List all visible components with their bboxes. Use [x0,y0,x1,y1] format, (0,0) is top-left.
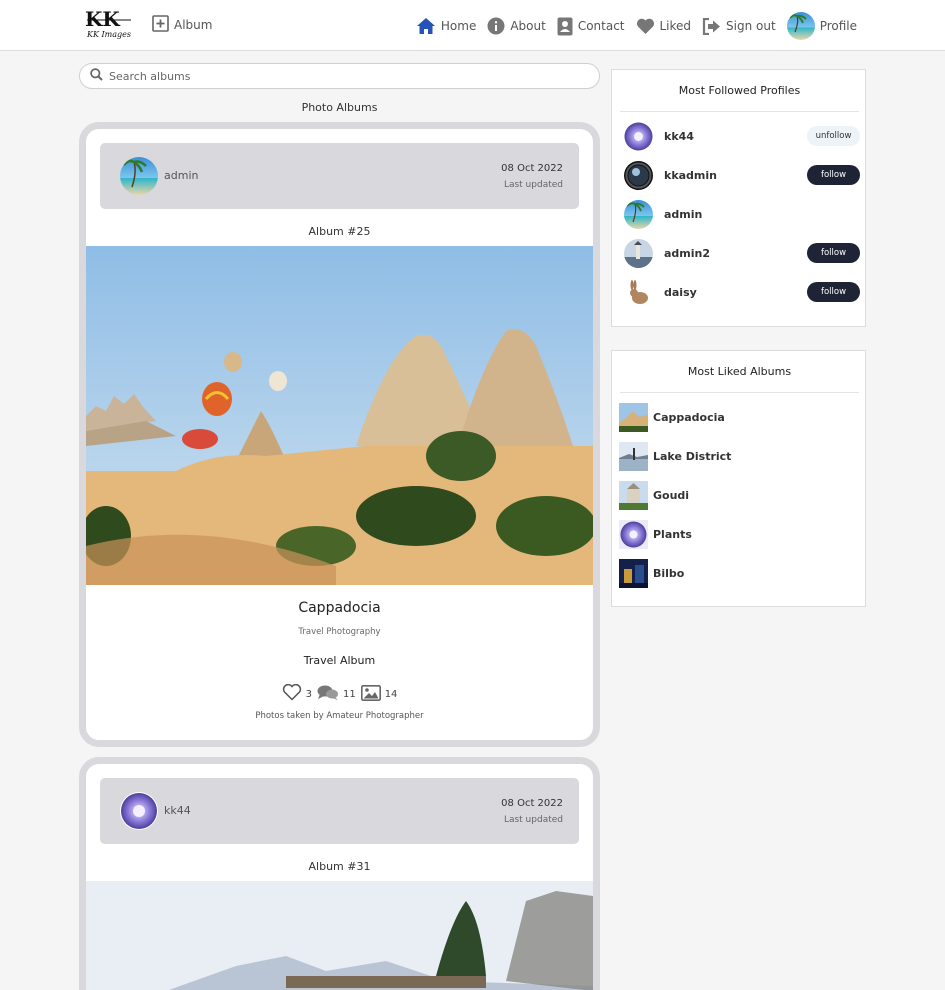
profile-avatar[interactable] [624,200,653,229]
album-thumbnail [619,481,648,510]
album-card-header: admin 08 Oct 2022 Last updated [100,143,579,209]
nav-home-label: Home [440,19,477,33]
album-number: Album #25 [308,225,371,238]
album-card-header: kk44 08 Oct 2022 Last updated [100,778,579,844]
nav-contact[interactable]: Contact [557,17,625,36]
last-updated-label: Last updated [503,815,563,825]
profile-avatar[interactable] [624,161,653,190]
owner-username[interactable]: kk44 [164,804,191,817]
nav-profile[interactable]: Profile [786,12,857,40]
album-thumbnail [619,442,648,471]
plus-square-icon [152,15,169,35]
profile-name[interactable]: daisy [664,286,697,299]
album-date: 08 Oct 2022 [501,163,563,174]
nav-liked-label: Liked [659,19,692,33]
album-date: 08 Oct 2022 [501,798,563,809]
profile-name[interactable]: kkadmin [664,169,717,182]
follow-button[interactable]: follow [807,243,860,263]
liked-album-name: Lake District [653,450,732,463]
album-number: Album #31 [308,860,371,873]
svg-text:KK Images: KK Images [86,30,131,39]
profile-avatar[interactable] [624,239,653,268]
profile-name[interactable]: admin [664,208,702,221]
liked-album-name: Bilbo [653,567,685,580]
most-liked-title: Most Liked Albums [620,351,859,393]
liked-album-row[interactable]: Cappadocia [619,403,853,432]
album-type: Travel Album [303,654,376,667]
nav-add-album[interactable]: Album [152,15,212,35]
album-card: kk44 08 Oct 2022 Last updated Album #31 [79,757,600,990]
profile-name[interactable]: admin2 [664,247,710,260]
nav-links: Home About Contact Liked Sign out Profil… [405,12,857,40]
nav-contact-label: Contact [577,19,625,33]
nav-signout-label: Sign out [726,19,776,33]
owner-username[interactable]: admin [164,169,198,182]
unfollow-button[interactable]: unfollow [807,126,860,146]
album-stats: 3 11 14 [86,683,593,704]
likes-count: 3 [305,688,312,700]
site-logo[interactable]: KK KK Images [83,7,137,40]
profile-avatar [786,12,815,40]
album-card: admin 08 Oct 2022 Last updated Album #25 [79,122,600,747]
search-bar [79,63,600,89]
liked-album-row[interactable]: Lake District [619,442,853,471]
heart-outline-icon [282,683,302,704]
album-description: Photos taken by Amateur Photographer [255,711,424,721]
album-thumbnail [619,559,648,588]
photos-stat: 14 [360,684,398,704]
owner-avatar[interactable] [120,157,158,195]
most-followed-title: Most Followed Profiles [620,70,859,112]
comments-stat[interactable]: 11 [317,684,356,704]
nav-album-label: Album [174,18,213,32]
search-icon [90,67,103,85]
album-cover-photo[interactable] [86,246,593,585]
most-liked-panel: Most Liked Albums Cappadocia Lake Distri… [611,350,866,607]
follow-button[interactable]: follow [807,165,860,185]
profile-row: admin2 follow [624,239,860,269]
profile-row: admin [624,200,858,230]
profile-row: kk44 unfollow [624,122,860,152]
nav-about[interactable]: About [487,17,546,35]
sign-out-icon [702,17,721,35]
profile-avatar[interactable] [624,122,653,151]
section-title: Photo Albums [301,101,378,114]
nav-signout[interactable]: Sign out [702,17,776,35]
comments-count: 11 [342,688,356,700]
album-category: Travel Photography [298,627,381,637]
liked-album-row[interactable]: Goudi [619,481,853,510]
album-thumbnail [619,403,648,432]
album-cover-photo[interactable] [86,881,593,990]
liked-album-name: Cappadocia [653,411,725,424]
nav-about-label: About [510,19,546,33]
follow-button[interactable]: follow [807,282,860,302]
comments-icon [317,684,339,704]
image-icon [360,684,381,704]
liked-album-row[interactable]: Bilbo [619,559,853,588]
heart-icon [636,18,655,35]
album-thumbnail [619,520,648,549]
contact-card-icon [557,17,573,36]
owner-avatar[interactable] [120,792,158,830]
search-input[interactable] [109,69,579,83]
liked-album-name: Plants [653,528,692,541]
nav-home[interactable]: Home [416,17,476,35]
top-navbar: KK KK Images Album Home About Contact Li… [0,0,945,51]
nav-liked[interactable]: Liked [636,18,692,35]
home-icon [416,17,436,35]
likes-stat[interactable]: 3 [282,683,312,704]
profile-row: kkadmin follow [624,161,860,191]
liked-album-row[interactable]: Plants [619,520,853,549]
most-followed-panel: Most Followed Profiles kk44 unfollow kka… [611,69,866,327]
profile-row: daisy follow [624,278,860,308]
last-updated-label: Last updated [503,180,563,190]
liked-album-name: Goudi [653,489,690,502]
nav-profile-label: Profile [819,19,857,33]
profile-avatar[interactable] [624,278,653,307]
photos-count: 14 [384,688,398,700]
profile-name[interactable]: kk44 [664,130,694,143]
album-title[interactable]: Cappadocia [86,600,593,616]
info-circle-icon [487,17,505,35]
